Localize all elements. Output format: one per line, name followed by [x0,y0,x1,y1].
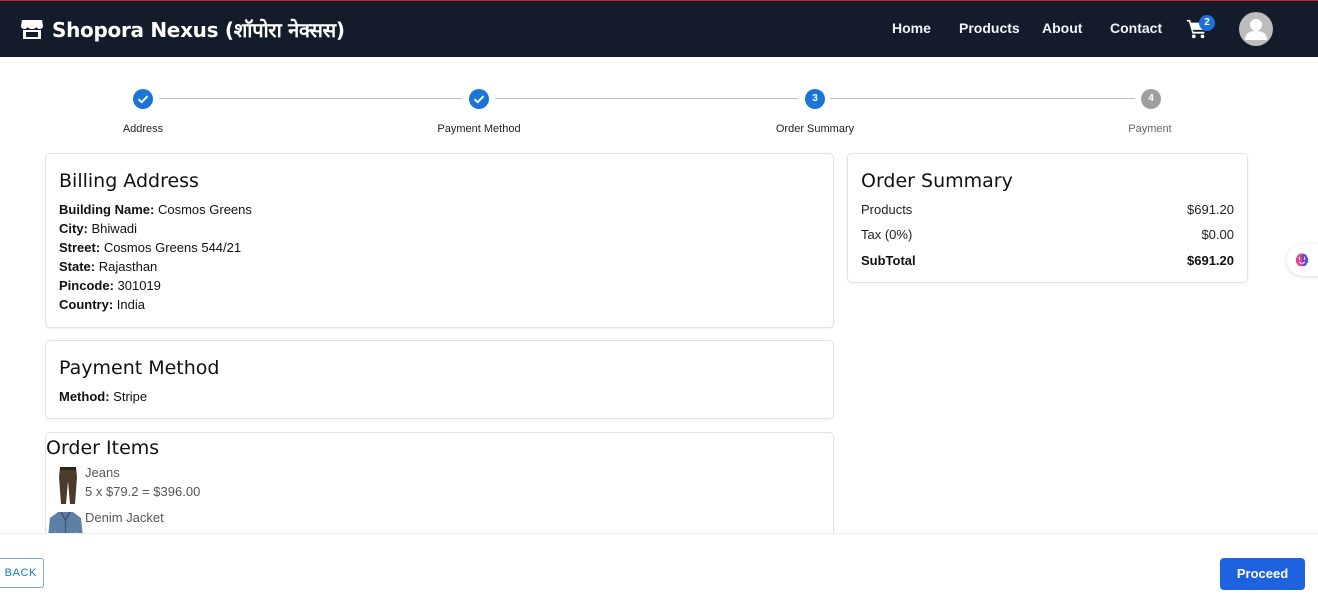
assistant-extension-button[interactable] [1287,244,1318,276]
checkout-footer: BACK Proceed [0,533,1318,609]
summary-value: $691.20 [1187,253,1234,268]
brain-icon [1295,253,1309,267]
summary-label: Products [861,202,913,217]
payment-method-field: Method: Stripe [59,389,148,404]
step-label-payment: Payment [1128,123,1172,135]
summary-label: Tax (0%) [861,227,913,242]
nav-about[interactable]: About [1042,20,1082,36]
step-label-address: Address [122,123,164,135]
billing-field-building: Building Name: Cosmos Greens [59,202,252,217]
billing-address-title: Billing Address [59,170,199,192]
brand[interactable]: Shopora Nexus (शॉपोरा नेक्सस) [20,15,345,43]
summary-row-products: Products $691.20 [861,202,1234,217]
summary-value: $691.20 [1187,202,1234,217]
step-label-order-summary: Order Summary [775,123,855,135]
order-items-title: Order Items [46,437,160,459]
cart-button[interactable]: 2 [1186,15,1215,42]
step-payment-number: 4 [1141,89,1161,109]
payment-method-card: Payment Method Method: Stripe [45,340,834,419]
summary-label: SubTotal [861,253,916,268]
order-item-name: Denim Jacket [85,510,164,525]
order-item-calc: 5 x $79.2 = $396.00 [85,484,201,499]
cart-count-badge: 2 [1199,15,1215,31]
proceed-button[interactable]: Proceed [1220,558,1305,590]
store-icon [21,20,43,39]
billing-field-city: City: Bhiwadi [59,221,138,236]
user-icon [1245,19,1267,40]
nav-products[interactable]: Products [959,20,1020,36]
navbar: Shopora Nexus (शॉपोरा नेक्सस) Home Produ… [0,1,1318,57]
payment-method-title: Payment Method [59,357,220,379]
step-connector [495,98,798,99]
order-item-name: Jeans [85,465,120,480]
step-connector [159,98,462,99]
billing-field-state: State: Rajasthan [59,259,158,274]
summary-value: $0.00 [1201,227,1234,242]
summary-row-tax: Tax (0%) $0.00 [861,227,1234,242]
step-connector [830,98,1135,99]
step-label-payment-method: Payment Method [437,123,521,135]
nav-contact[interactable]: Contact [1110,20,1162,36]
nav-home[interactable]: Home [892,20,931,36]
order-summary-title: Order Summary [861,170,1013,192]
billing-address-card: Billing Address Building Name: Cosmos Gr… [45,153,834,328]
checkout-stepper: 3 4 Address Payment Method Order Summary… [0,88,1318,138]
billing-address-fields: Building Name: Cosmos Greens City: Bhiwa… [59,200,252,314]
user-avatar[interactable] [1239,12,1273,46]
step-order-summary-number: 3 [805,89,825,109]
summary-row-subtotal: SubTotal $691.20 [861,253,1234,268]
step-payment-method-check-icon [469,89,489,109]
billing-field-street: Street: Cosmos Greens 544/21 [59,240,242,255]
billing-field-country: Country: India [59,297,145,312]
back-button[interactable]: BACK [0,558,44,588]
order-item: Jeans 5 x $79.2 = $396.00 [56,465,200,505]
brand-name: Shopora Nexus (शॉपोरा नेक्सस) [52,17,345,42]
billing-field-pincode: Pincode: 301019 [59,278,161,293]
order-summary-card: Order Summary Products $691.20 Tax (0%) … [847,153,1248,283]
jeans-product-image [59,467,77,504]
step-address-check-icon [133,89,153,109]
